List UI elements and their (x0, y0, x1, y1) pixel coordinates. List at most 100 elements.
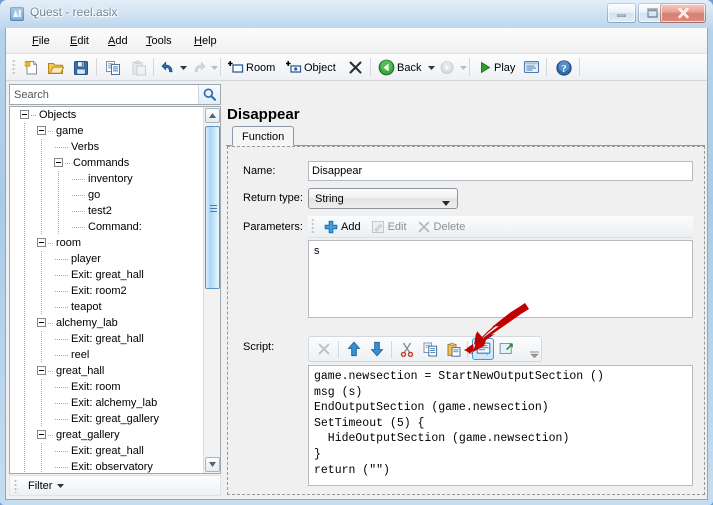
script-copy-button[interactable] (419, 338, 441, 360)
script-toolbar-overflow-button[interactable] (530, 350, 539, 359)
tree-item-label[interactable]: go (86, 187, 102, 203)
tree-item-label[interactable]: inventory (86, 171, 135, 187)
forward-dropdown-arrow[interactable] (458, 57, 469, 78)
tree-expander[interactable] (37, 318, 46, 327)
tree-item[interactable]: reel (10, 347, 203, 363)
tree-expander[interactable] (37, 430, 46, 439)
tree-item-label[interactable]: Exit: great_hall (69, 331, 146, 347)
tree-item[interactable]: test2 (10, 203, 203, 219)
play-button[interactable]: Play (475, 57, 518, 78)
tree-item-label[interactable]: Exit: great_gallery (69, 411, 161, 427)
redo-button[interactable] (189, 57, 209, 78)
back-dropdown-arrow[interactable] (426, 57, 437, 78)
delete-button[interactable] (344, 57, 366, 78)
script-paste-button[interactable] (442, 338, 464, 360)
open-game-button[interactable] (44, 57, 68, 78)
object-tree[interactable]: ObjectsgameVerbsCommandsinventorygotest2… (9, 106, 221, 474)
parameter-delete-button[interactable]: Delete (412, 217, 471, 237)
script-cut-button[interactable] (396, 338, 418, 360)
tree-item[interactable]: Exit: great_gallery (10, 411, 203, 427)
back-button[interactable]: Back (375, 57, 424, 78)
tree-item[interactable]: Commands (10, 155, 203, 171)
close-button[interactable] (660, 3, 706, 23)
scrollbar-thumb[interactable] (205, 126, 220, 289)
tree-item-label[interactable]: Objects (37, 107, 78, 123)
script-delete-button[interactable] (313, 338, 335, 360)
tree-item[interactable]: inventory (10, 171, 203, 187)
new-game-button[interactable] (19, 57, 43, 78)
undo-dropdown-arrow[interactable] (178, 57, 189, 78)
script-view-as-text-button[interactable] (472, 338, 494, 360)
tree-item-label[interactable]: Exit: room (69, 379, 123, 395)
tree-item-label[interactable]: great_hall (54, 363, 106, 379)
tree-item[interactable]: Exit: observatory (10, 459, 203, 473)
tree-item[interactable]: Objects (10, 107, 203, 123)
menu-edit[interactable]: Edit (64, 33, 95, 50)
copy-button[interactable] (101, 57, 125, 78)
filter-button[interactable]: Filter (24, 478, 68, 494)
toolbar-grip[interactable] (12, 59, 16, 76)
save-game-button[interactable] (69, 57, 93, 78)
minimize-button[interactable] (607, 3, 636, 23)
tree-scrollbar[interactable] (203, 107, 220, 473)
tree-expander[interactable] (54, 158, 63, 167)
tree-item[interactable]: great_hall (10, 363, 203, 379)
title-bar[interactable]: Quest - reel.aslx (0, 0, 713, 28)
tree-item[interactable]: game (10, 123, 203, 139)
parameter-add-button[interactable]: Add (319, 217, 366, 237)
search-input[interactable] (10, 86, 198, 103)
name-input[interactable] (308, 161, 693, 181)
tree-item[interactable]: teapot (10, 299, 203, 315)
paste-button[interactable] (126, 57, 150, 78)
tree-item[interactable]: Exit: alchemy_lab (10, 395, 203, 411)
tree-item-label[interactable]: Commands (71, 155, 131, 171)
tree-item-label[interactable]: alchemy_lab (54, 315, 120, 331)
menu-tools[interactable]: Tools (140, 33, 178, 50)
script-open-external-button[interactable] (495, 338, 517, 360)
tree-expander[interactable] (37, 238, 46, 247)
filter-grip[interactable] (14, 479, 18, 493)
tree-item[interactable]: room (10, 235, 203, 251)
tree-item-label[interactable]: Command: (86, 219, 144, 235)
parameters-list[interactable]: s (308, 240, 693, 318)
tree-item-label[interactable]: game (54, 123, 86, 139)
tree-item[interactable]: Exit: room2 (10, 283, 203, 299)
tree-item-label[interactable]: player (69, 251, 103, 267)
tree-expander[interactable] (37, 366, 46, 375)
tree-item-label[interactable]: room (54, 235, 83, 251)
add-object-button[interactable]: Object (283, 57, 339, 78)
tree-item-label[interactable]: reel (69, 347, 91, 363)
tree-expander[interactable] (20, 110, 29, 119)
tree-item-label[interactable]: Exit: alchemy_lab (69, 395, 159, 411)
tree-item-label[interactable]: teapot (69, 299, 104, 315)
tree-item[interactable]: Verbs (10, 139, 203, 155)
search-icon[interactable] (198, 85, 220, 104)
script-code-editor[interactable]: game.newsection = StartNewOutputSection … (308, 365, 693, 486)
tree-item-label[interactable]: Exit: observatory (69, 459, 155, 473)
log-button[interactable] (519, 57, 543, 78)
tree-item-label[interactable]: Exit: great_hall (69, 267, 146, 283)
undo-button[interactable] (158, 57, 178, 78)
tree-item[interactable]: Exit: great_hall (10, 331, 203, 347)
tree-expander[interactable] (37, 126, 46, 135)
add-room-button[interactable]: Room (225, 57, 278, 78)
tree-item-label[interactable]: Exit: great_hall (69, 443, 146, 459)
forward-button[interactable] (437, 57, 457, 78)
help-button[interactable]: ? (552, 57, 576, 78)
tree-item[interactable]: Exit: great_hall (10, 267, 203, 283)
script-move-down-button[interactable] (366, 338, 388, 360)
tree-item[interactable]: alchemy_lab (10, 315, 203, 331)
list-item[interactable]: s (314, 245, 687, 257)
tree-item[interactable]: Command: (10, 219, 203, 235)
tree-item-label[interactable]: great_gallery (54, 427, 122, 443)
scroll-up-button[interactable] (205, 108, 220, 123)
return-type-dropdown[interactable]: String (308, 188, 458, 209)
tree-item[interactable]: Exit: room (10, 379, 203, 395)
menu-file[interactable]: File (26, 33, 56, 50)
script-move-up-button[interactable] (343, 338, 365, 360)
tree-item[interactable]: go (10, 187, 203, 203)
menu-add[interactable]: Add (102, 33, 134, 50)
tree-item-label[interactable]: Verbs (69, 139, 101, 155)
tree-item-label[interactable]: Exit: room2 (69, 283, 129, 299)
tree-item-label[interactable]: test2 (86, 203, 114, 219)
